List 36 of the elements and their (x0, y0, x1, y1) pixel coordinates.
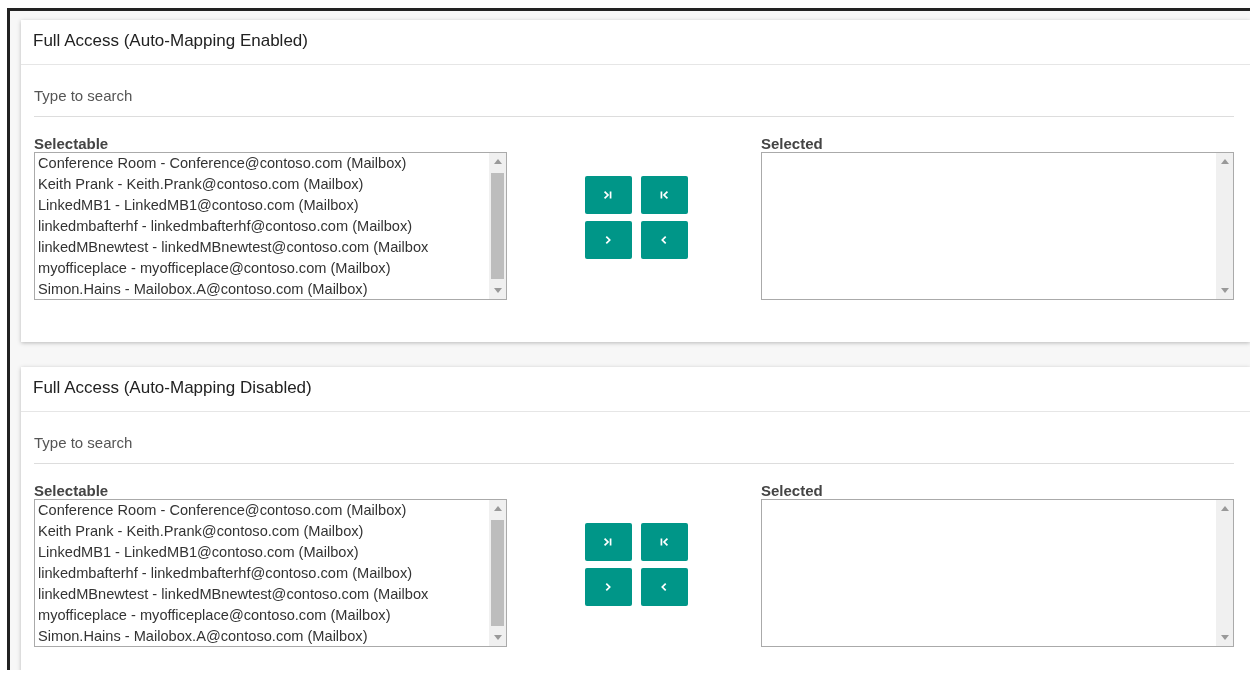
list-option[interactable]: Keith Prank - Keith.Prank@contoso.com (Mailbox) (38, 521, 489, 542)
list-option[interactable]: myofficeplace - myofficeplace@contoso.com (Mailbox) (38, 605, 489, 626)
bar-chevron-left-icon (658, 189, 670, 201)
list-label: Selected (761, 483, 824, 499)
list-option[interactable]: myofficeplace - myofficeplace@contoso.com (Mailbox) (38, 258, 489, 279)
list-option[interactable]: Keith Prank - Keith.Prank@contoso.com (Mailbox) (38, 174, 489, 195)
list-option[interactable]: LinkedMB1 - LinkedMB1@contoso.com (Mailbox) (38, 542, 489, 563)
selectable-list[interactable] (34, 499, 507, 647)
move-right-button[interactable] (584, 568, 632, 606)
move-left-button[interactable] (640, 221, 688, 259)
move-left-button[interactable] (640, 568, 688, 606)
scrollbar[interactable] (489, 500, 506, 646)
list-option[interactable]: linkedMBnewtest - linkedMBnewtest@contoso.com (Mailbox (38, 237, 489, 258)
list-option[interactable]: linkedmbafterhf - linkedmbafterhf@contoso.com (Mailbox) (38, 563, 489, 584)
move-all-right-button[interactable] (584, 523, 632, 561)
list-option[interactable]: Simon.Hains - Mailobox.A@contoso.com (Mailbox) (38, 626, 489, 646)
bar-chevron-left-icon (658, 536, 670, 548)
selectable-list[interactable] (34, 152, 507, 300)
bar-chevron-right-icon (602, 189, 614, 201)
list-option[interactable]: linkedMBnewtest - linkedMBnewtest@contoso.com (Mailbox (38, 584, 489, 605)
scrollbar[interactable] (489, 153, 506, 299)
move-all-left-button[interactable] (640, 523, 688, 561)
list-option[interactable]: Conference Room - Conference@contoso.com (Mailbox) (38, 153, 489, 174)
scrollbar[interactable] (1216, 500, 1233, 646)
bar-chevron-right-icon (602, 536, 614, 548)
move-right-button[interactable] (584, 221, 632, 259)
scrollbar[interactable] (1216, 153, 1233, 299)
move-all-right-button[interactable] (584, 176, 632, 214)
list-option[interactable]: LinkedMB1 - LinkedMB1@contoso.com (Mailbox) (38, 195, 489, 216)
list-option[interactable]: linkedmbafterhf - linkedmbafterhf@contoso.com (Mailbox) (38, 216, 489, 237)
move-all-left-button[interactable] (640, 176, 688, 214)
list-option[interactable]: Conference Room - Conference@contoso.com (Mailbox) (38, 500, 489, 521)
list-label: Selected (761, 136, 824, 152)
list-option[interactable]: Simon.Hains - Mailobox.A@contoso.com (Mailbox) (38, 279, 489, 299)
list-label: Selectable (34, 483, 110, 499)
list-label: Selectable (34, 136, 110, 152)
